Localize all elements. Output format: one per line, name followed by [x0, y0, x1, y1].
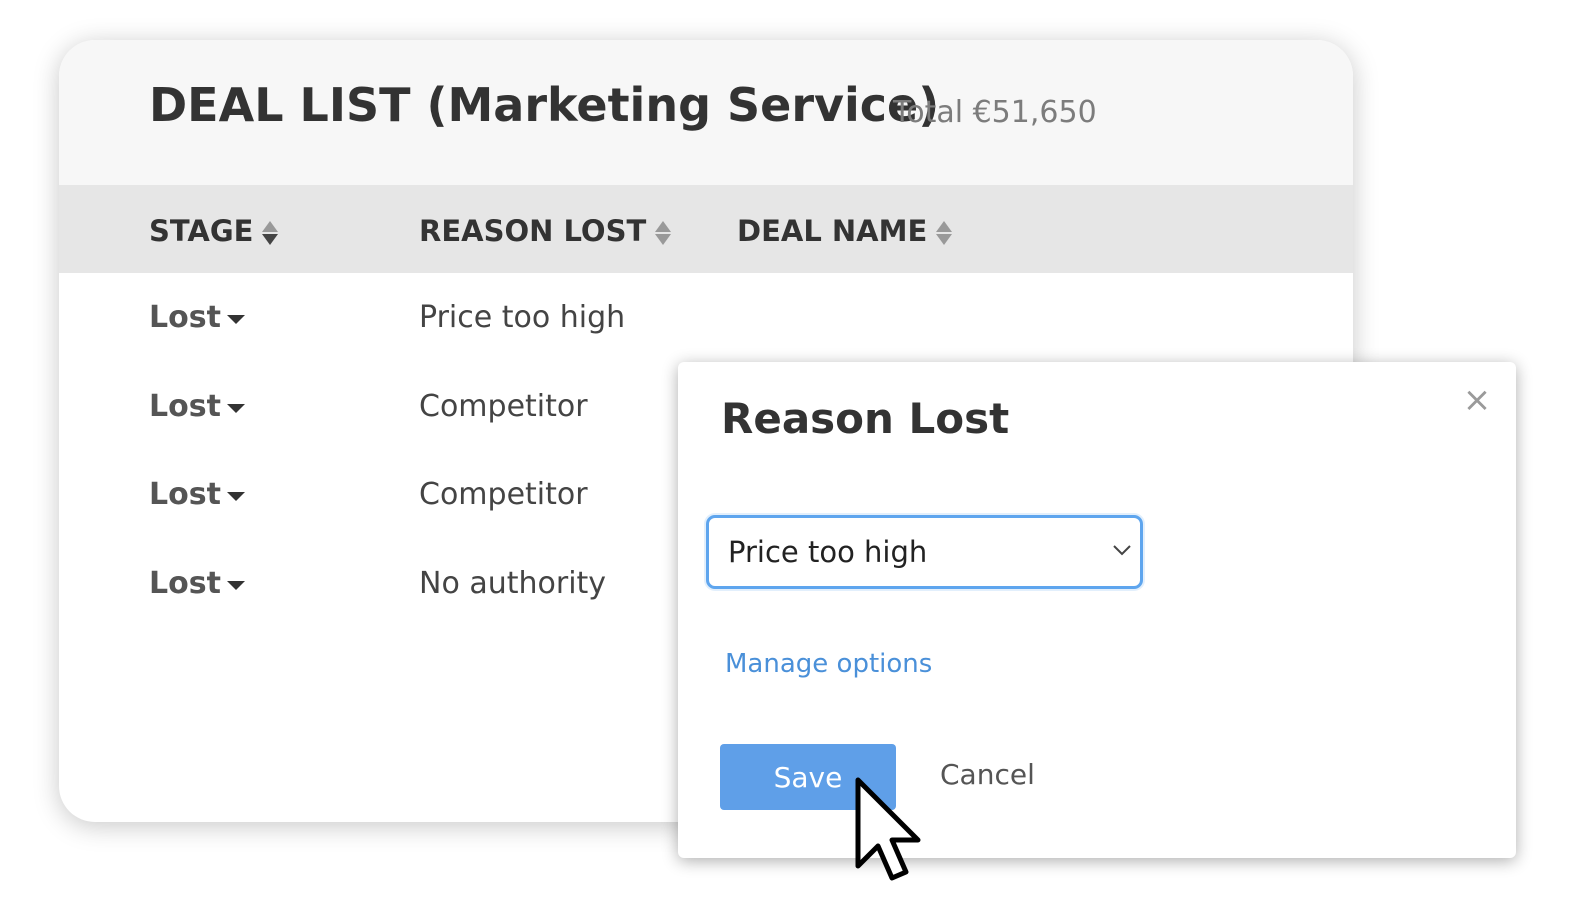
caret-down-icon — [226, 491, 245, 501]
column-header-reason-lost[interactable]: REASON LOST — [419, 214, 672, 248]
stage-dropdown[interactable]: Lost — [149, 300, 245, 335]
column-header-label: STAGE — [149, 214, 254, 248]
stage-value: Lost — [149, 566, 221, 601]
reason-lost-dialog: Reason Lost × Price too high Manage opti… — [678, 362, 1516, 858]
caret-down-icon — [226, 580, 245, 590]
stage-dropdown[interactable]: Lost — [149, 389, 245, 424]
column-header-stage[interactable]: STAGE — [149, 214, 279, 248]
stage-value: Lost — [149, 300, 221, 335]
caret-down-icon — [226, 403, 245, 413]
stage-value: Lost — [149, 389, 221, 424]
cancel-button[interactable]: Cancel — [940, 758, 1035, 791]
deal-list-header: DEAL LIST (Marketing Service) Total €51,… — [59, 40, 1353, 185]
caret-down-icon — [226, 314, 245, 324]
sort-updown-icon[interactable] — [262, 221, 279, 245]
reason-lost-cell[interactable]: Price too high — [419, 300, 625, 335]
manage-options-link[interactable]: Manage options — [725, 649, 932, 679]
reason-lost-cell[interactable]: Competitor — [419, 389, 588, 424]
column-header-deal-name[interactable]: DEAL NAME — [737, 214, 953, 248]
page-title: DEAL LIST (Marketing Service) — [149, 78, 940, 132]
select-value: Price too high — [728, 535, 928, 569]
column-header-label: DEAL NAME — [737, 214, 928, 248]
save-button[interactable]: Save — [720, 744, 896, 810]
table-row: Lost Price too high — [59, 290, 1353, 350]
sort-updown-icon[interactable] — [655, 221, 672, 245]
dialog-title: Reason Lost — [721, 394, 1010, 443]
sort-updown-icon[interactable] — [936, 221, 953, 245]
chevron-down-icon — [1113, 545, 1131, 556]
reason-lost-select[interactable]: Price too high — [706, 515, 1143, 589]
stage-dropdown[interactable]: Lost — [149, 477, 245, 512]
reason-lost-cell[interactable]: No authority — [419, 566, 606, 601]
stage-value: Lost — [149, 477, 221, 512]
table-header: STAGE REASON LOST DEAL NAME — [59, 185, 1353, 273]
column-header-label: REASON LOST — [419, 214, 647, 248]
reason-lost-cell[interactable]: Competitor — [419, 477, 588, 512]
close-icon[interactable]: × — [1462, 382, 1492, 418]
stage-dropdown[interactable]: Lost — [149, 566, 245, 601]
deal-total: Total €51,650 — [893, 95, 1097, 130]
